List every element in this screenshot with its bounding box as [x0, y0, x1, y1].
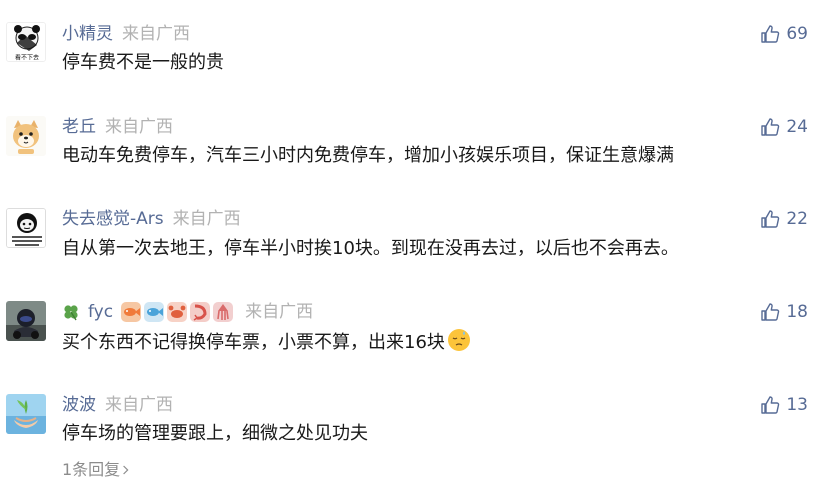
commenter-location: 来自广西	[245, 302, 314, 322]
like-button[interactable]: 69	[760, 22, 808, 46]
meme-face-avatar[interactable]	[6, 208, 46, 248]
view-replies-label: 1条回复	[62, 460, 121, 479]
chevron-right-icon	[122, 458, 130, 482]
commenter-nickname[interactable]: 老丘	[62, 115, 96, 139]
fish-emblem	[144, 302, 165, 322]
comment-text-body: 买个东西不记得换停车票，小票不算，出来16块	[62, 332, 445, 353]
sleepy-face-emoji	[447, 328, 471, 360]
shrimp-emblem	[190, 302, 211, 322]
shiba-dog-avatar[interactable]	[6, 116, 46, 156]
commenter-nickname[interactable]: 小精灵	[62, 22, 113, 46]
like-button[interactable]: 13	[760, 393, 808, 417]
panda-meme-avatar[interactable]: 看不下去	[6, 22, 46, 62]
motorcycle-photo-avatar[interactable]	[6, 301, 46, 341]
thumbs-up-icon	[761, 210, 780, 228]
view-replies-link[interactable]: 1条回复	[62, 458, 130, 482]
commenter-location: 来自广西	[105, 117, 173, 137]
fan-emblems	[121, 302, 236, 322]
like-count: 13	[786, 395, 808, 415]
commenter-location: 来自广西	[122, 24, 190, 44]
thumbs-up-icon	[761, 118, 780, 136]
like-count: 22	[786, 209, 808, 229]
thumbs-up-icon	[761, 303, 780, 321]
thumbs-up-icon	[761, 396, 780, 414]
commenter-location: 来自广西	[105, 395, 173, 415]
fish-emblem	[121, 302, 142, 322]
commenter-location: 来自广西	[172, 209, 241, 229]
hands-sprout-avatar[interactable]	[6, 394, 46, 434]
comment-text: 自从第一次去地王，停车半小时挨10块。到现在没再去过，以后也不会再去。	[62, 238, 679, 259]
commenter-nickname[interactable]: 波波	[62, 393, 96, 417]
like-count: 24	[786, 117, 808, 137]
comment-text: 停车费不是一般的贵	[62, 52, 224, 73]
comment-text: 电动车免费停车，汽车三小时内免费停车，增加小孩娱乐项目，保证生意爆满	[62, 145, 674, 166]
commenter-nickname[interactable]: fyc	[88, 300, 113, 324]
clover-icon	[62, 303, 80, 321]
comment-text: 买个东西不记得换停车票，小票不算，出来16块	[62, 328, 471, 360]
like-button[interactable]: 24	[760, 115, 808, 139]
squid-emblem	[213, 302, 234, 322]
comment-text: 停车场的管理要跟上，细微之处见功夫	[62, 423, 368, 444]
like-count: 18	[786, 302, 808, 322]
like-button[interactable]: 18	[760, 300, 808, 324]
commenter-nickname[interactable]: 失去感觉-Ars	[62, 207, 164, 231]
like-button[interactable]: 22	[760, 207, 808, 231]
avatar-caption: 看不下去	[15, 54, 39, 62]
crab-emblem	[167, 302, 188, 322]
like-count: 69	[786, 24, 808, 44]
thumbs-up-icon	[761, 25, 780, 43]
